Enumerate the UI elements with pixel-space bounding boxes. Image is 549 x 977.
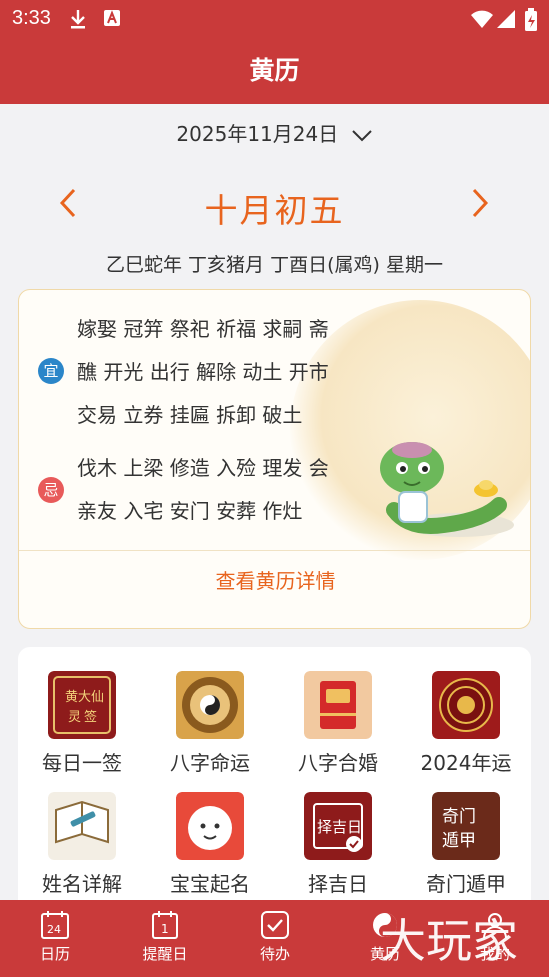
fortune-wheel-icon	[432, 671, 500, 739]
calendar-icon-text: 择吉日	[317, 818, 362, 836]
lottery-char: 黄	[65, 690, 78, 705]
tool-label: 择吉日	[308, 872, 368, 896]
bagua-compass-icon	[176, 671, 244, 739]
tool-label: 八字命运	[170, 751, 250, 775]
ji-list: 伐木 上梁 修造 入殓 理发 会 亲友 入宅 安门 安葬 作灶	[77, 447, 329, 533]
tool-yearly-fortune[interactable]: 2024年运	[402, 671, 530, 791]
app-header: 黄历	[0, 38, 549, 104]
qimen-icon-text: 奇门	[442, 807, 476, 827]
download-icon	[68, 8, 88, 34]
todo-check-icon	[261, 911, 289, 939]
tab-reminder[interactable]: 1 提醒日	[110, 900, 220, 977]
lottery-char: 灵	[68, 710, 81, 725]
ji-line: 亲友 入宅 安门 安葬 作灶	[77, 499, 303, 523]
app-notification-icon	[102, 8, 122, 32]
calendar-24-icon: 24	[41, 911, 69, 939]
selected-date[interactable]: 2025年11月24日	[176, 122, 338, 146]
watermark-text: 大玩家	[380, 914, 518, 968]
calendar-pick-icon: 择吉日	[304, 792, 372, 860]
tool-label: 奇门遁甲	[426, 872, 506, 896]
ganzhi-info: 乙巳蛇年 丁亥猪月 丁酉日(属鸡) 星期一	[106, 254, 443, 276]
qimen-icon-text: 遁甲	[442, 831, 476, 851]
lottery-char: 仙	[91, 690, 104, 705]
status-time: 3:33	[12, 7, 51, 29]
tab-label: 日历	[39, 945, 70, 963]
snake-mascot-icon	[380, 442, 514, 537]
tool-bazi-fortune[interactable]: 八字命运	[146, 671, 274, 791]
tool-label: 2024年运	[420, 751, 512, 775]
tool-name-analysis[interactable]: 姓名详解	[18, 792, 146, 912]
tab-todo[interactable]: 待办	[220, 900, 330, 977]
yi-tag: 宜	[38, 358, 64, 384]
baby-face-icon	[176, 792, 244, 860]
view-almanac-detail-link[interactable]: 查看黄历详情	[19, 565, 530, 594]
reminder-badge: 1	[161, 922, 169, 936]
chevron-down-icon[interactable]	[351, 124, 373, 148]
tool-bazi-marriage[interactable]: 八字合婚	[274, 671, 402, 791]
tab-calendar[interactable]: 24 日历	[0, 900, 110, 977]
yi-line: 醮 开光 出行 解除 动土 开市	[77, 360, 329, 384]
tool-label: 姓名详解	[42, 872, 122, 896]
page-title: 黄历	[249, 56, 300, 85]
next-day-button[interactable]	[468, 186, 492, 229]
date-picker[interactable]: 2025年11月24日	[0, 118, 549, 148]
status-bar: 3:33	[0, 0, 549, 38]
signal-icon	[497, 8, 517, 34]
lottery-char: 签	[84, 709, 97, 725]
lunar-date: 十月初五	[204, 191, 345, 230]
qimen-icon: 奇门 遁甲	[432, 792, 500, 860]
tab-label: 待办	[259, 945, 290, 963]
ji-line: 伐木 上梁 修造 入殓 理发 会	[77, 456, 329, 480]
lunar-date-row: 十月初五	[0, 180, 549, 236]
card-divider	[19, 550, 530, 551]
red-envelope-icon	[304, 671, 372, 739]
yi-line: 嫁娶 冠笄 祭祀 祈福 求嗣 斋	[77, 317, 329, 341]
calendar-badge: 24	[47, 923, 61, 936]
almanac-card: 宜 嫁娶 冠笄 祭祀 祈福 求嗣 斋 醮 开光 出行 解除 动土 开市 交易 立…	[18, 289, 531, 629]
tool-label: 八字合婚	[298, 751, 378, 775]
tab-label: 提醒日	[142, 945, 188, 963]
yi-list: 嫁娶 冠笄 祭祀 祈福 求嗣 斋 醮 开光 出行 解除 动土 开市 交易 立券 …	[77, 308, 329, 437]
lottery-sign-icon: 黄 大 仙 灵 签	[48, 671, 116, 739]
tool-daily-lottery[interactable]: 黄 大 仙 灵 签 每日一签	[18, 671, 146, 791]
tool-baby-naming[interactable]: 宝宝起名	[146, 792, 274, 912]
battery-icon	[524, 8, 538, 36]
reminder-icon: 1	[152, 911, 178, 939]
wifi-icon	[470, 8, 494, 34]
tool-pick-auspicious-day[interactable]: 择吉日 择吉日	[274, 792, 402, 912]
ji-tag: 忌	[38, 477, 64, 503]
lottery-char: 大	[78, 690, 91, 705]
yi-line: 交易 立券 挂匾 拆卸 破土	[77, 403, 303, 427]
tool-qimen-dunjia[interactable]: 奇门 遁甲 奇门遁甲	[402, 792, 530, 912]
tool-label: 宝宝起名	[170, 872, 250, 896]
tools-grid: 黄 大 仙 灵 签 每日一签 八字命运 八字合婚 2024年运 姓名详解 宝宝起…	[18, 647, 531, 917]
tool-label: 每日一签	[42, 751, 122, 775]
book-scroll-icon	[48, 792, 116, 860]
